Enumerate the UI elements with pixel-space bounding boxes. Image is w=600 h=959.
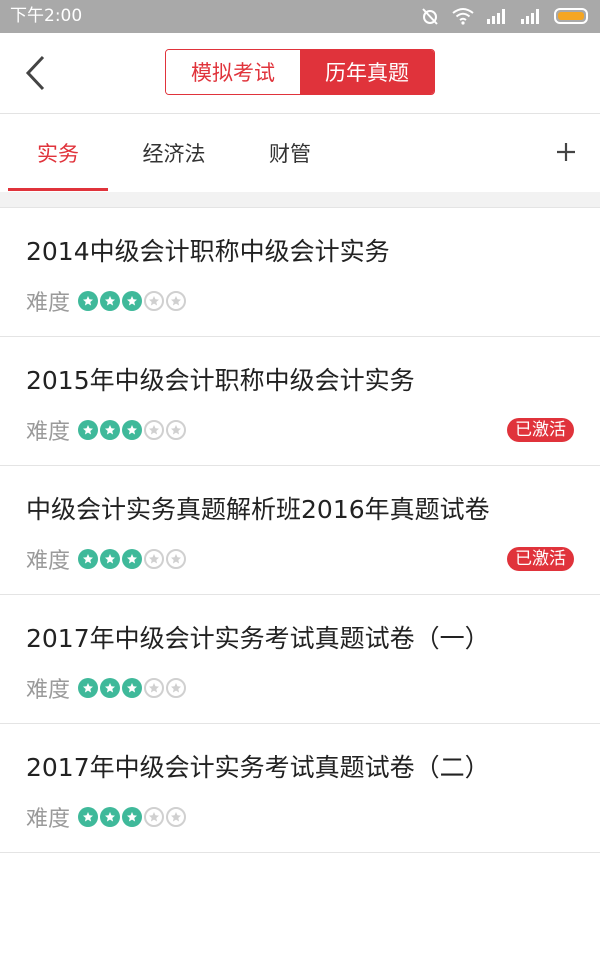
difficulty-label: 难度 (26, 420, 71, 445)
paper-list: 2014中级会计职称中级会计实务 难度 2015年中级会计职称中级会计实务 难度 已激活… (0, 208, 600, 853)
item-title: 2017年中级会计实务考试真题试卷（二） (26, 753, 490, 782)
item-title: 2014中级会计职称中级会计实务 (26, 237, 390, 266)
difficulty-stars (78, 549, 187, 569)
item-title: 2017年中级会计实务考试真题试卷（一） (26, 624, 490, 653)
difficulty-stars (78, 420, 187, 440)
status-time: 下午2:00 (10, 6, 83, 26)
list-item[interactable]: 中级会计实务真题解析班2016年真题试卷难度 已激活 (0, 466, 600, 595)
tab-practice[interactable]: 实务 (8, 114, 108, 192)
difficulty-stars (78, 291, 187, 311)
star-empty-icon (144, 807, 165, 827)
star-filled-icon (122, 291, 143, 311)
back-button[interactable] (16, 51, 56, 95)
difficulty-row: 难度 (26, 675, 187, 703)
mode-segmented-control: 模拟考试 历年真题 (165, 49, 435, 95)
battery-icon (554, 8, 588, 24)
star-filled-icon (100, 678, 121, 698)
signal-icon-2 (521, 9, 539, 24)
star-filled-icon (100, 549, 121, 569)
subject-tabs: 实务 经济法 财管 (0, 114, 600, 192)
header: 模拟考试 历年真题 (0, 33, 600, 114)
star-filled-icon (100, 420, 121, 440)
item-title: 2015年中级会计职称中级会计实务 (26, 366, 415, 395)
star-filled-icon (122, 549, 143, 569)
section-divider (0, 192, 600, 208)
star-filled-icon (122, 807, 143, 827)
difficulty-row: 难度 (26, 288, 187, 316)
plus-icon (557, 143, 575, 161)
difficulty-label: 难度 (26, 807, 71, 832)
add-tab-button[interactable] (546, 132, 586, 172)
tab-economic-law[interactable]: 经济法 (124, 114, 224, 192)
difficulty-row: 难度 (26, 417, 187, 445)
item-title: 中级会计实务真题解析班2016年真题试卷 (26, 495, 490, 524)
star-empty-icon (166, 420, 187, 440)
difficulty-stars (78, 807, 187, 827)
star-filled-icon (100, 291, 121, 311)
difficulty-row: 难度 (26, 546, 187, 574)
list-item[interactable]: 2014中级会计职称中级会计实务难度 (0, 208, 600, 337)
star-filled-icon (78, 678, 99, 698)
wifi-icon (452, 8, 474, 25)
star-filled-icon (78, 549, 99, 569)
difficulty-stars (78, 678, 187, 698)
activated-badge: 已激活 (507, 547, 574, 571)
star-empty-icon (166, 807, 187, 827)
star-empty-icon (166, 291, 187, 311)
list-item[interactable]: 2017年中级会计实务考试真题试卷（二） 难度 (0, 724, 600, 853)
difficulty-label: 难度 (26, 549, 71, 574)
star-empty-icon (144, 291, 165, 311)
difficulty-row: 难度 (26, 804, 187, 832)
activated-badge: 已激活 (507, 418, 574, 442)
star-filled-icon (100, 807, 121, 827)
star-filled-icon (122, 678, 143, 698)
back-arrow-icon (25, 55, 45, 91)
star-empty-icon (144, 420, 165, 440)
active-tab-indicator (8, 188, 108, 191)
signal-icon (487, 9, 505, 24)
star-empty-icon (166, 549, 187, 569)
star-filled-icon (78, 291, 99, 311)
star-filled-icon (122, 420, 143, 440)
segment-mock-exam[interactable]: 模拟考试 (166, 50, 300, 94)
star-filled-icon (78, 420, 99, 440)
star-empty-icon (144, 549, 165, 569)
star-empty-icon (144, 678, 165, 698)
status-icons (420, 5, 588, 27)
difficulty-label: 难度 (26, 678, 71, 703)
star-empty-icon (166, 678, 187, 698)
tab-financial-management[interactable]: 财管 (240, 114, 340, 192)
segment-past-papers[interactable]: 历年真题 (300, 50, 434, 94)
alarm-off-icon (422, 8, 438, 25)
list-item[interactable]: 2017年中级会计实务考试真题试卷（一） 难度 (0, 595, 600, 724)
difficulty-label: 难度 (26, 291, 71, 316)
star-filled-icon (78, 807, 99, 827)
list-item[interactable]: 2015年中级会计职称中级会计实务难度 已激活 (0, 337, 600, 466)
status-bar: 下午2:00 (0, 0, 600, 33)
